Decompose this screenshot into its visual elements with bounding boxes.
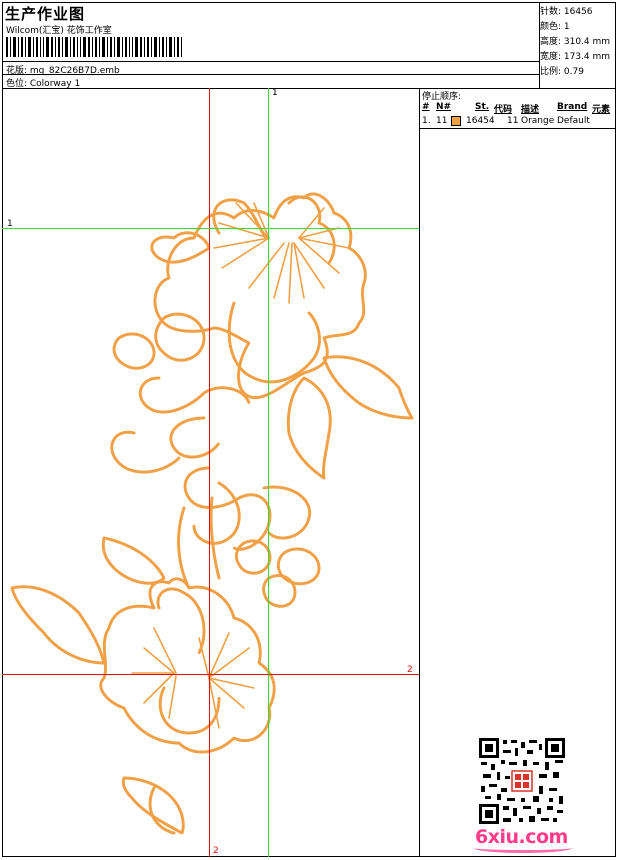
col-header-num: # — [422, 102, 430, 112]
red-horizontal-guide — [2, 674, 419, 675]
row-num: 1. — [422, 116, 431, 126]
row-description: Orange — [521, 116, 555, 126]
red-vertical-guide — [209, 88, 210, 857]
upper-flower-petals — [153, 192, 367, 400]
curl-1 — [138, 376, 251, 414]
lower-leaf-3 — [121, 776, 185, 835]
upper-right-leaf — [322, 355, 414, 420]
row-code: 11 — [507, 116, 519, 126]
col-header-desc: 描述 — [521, 105, 540, 115]
col-header-brand: Brand — [557, 102, 588, 112]
red-guide-label-right: 2 — [407, 665, 413, 675]
table-bottom-divider — [419, 128, 616, 129]
red-guide-label-bottom: 2 — [213, 846, 219, 856]
middle-curl — [192, 481, 241, 545]
page-title: 生产作业图 — [5, 5, 86, 23]
color-swatch — [451, 116, 461, 126]
lower-left-leaf — [10, 585, 106, 665]
right-panel-divider — [419, 88, 420, 857]
upper-flower-lower-petal — [227, 301, 321, 384]
col-header-st: St. — [475, 102, 490, 112]
green-guide-label-top: 1 — [272, 88, 278, 98]
upper-right-leaf-2 — [286, 376, 332, 480]
color-count: 颜色: 1 — [540, 22, 570, 32]
lower-leaf-2 — [101, 536, 166, 585]
design-width: 宽度: 173.4 mm — [540, 52, 611, 62]
design-height: 高度: 310.4 mm — [540, 37, 611, 47]
design-file-name: 花版: mg_82C26B7D.emb — [6, 66, 120, 76]
curl-3 — [110, 430, 181, 474]
design-stats: 针数: 16456 颜色: 1 高度: 310.4 mm 宽度: 173.4 m… — [540, 5, 610, 80]
row-stitches: 16454 — [466, 116, 495, 126]
col-header-code: 代码 — [494, 105, 513, 115]
barcode — [6, 37, 182, 57]
upper-flower-left-lobe — [150, 231, 211, 264]
col-header-n: N# — [436, 102, 452, 112]
stop-sequence-title: 停止顺序: — [422, 92, 462, 102]
embroidery-design-canvas — [10, 192, 414, 835]
row-needle: 11 — [436, 116, 448, 126]
lower-flower-lower-petal — [158, 686, 221, 735]
small-circle-2 — [112, 332, 156, 370]
small-circle-3 — [276, 547, 321, 586]
col-header-elements: 元素 — [592, 105, 611, 115]
small-circle-1 — [154, 312, 206, 362]
upper-flower-inner — [212, 198, 268, 240]
green-guide-label-left: 1 — [7, 219, 13, 229]
software-subtitle: Wilcom(汇宝) 花饰工作室 — [6, 26, 112, 36]
green-horizontal-guide — [2, 228, 419, 229]
curl-2 — [169, 416, 221, 459]
lower-flower-petals — [99, 577, 276, 754]
row-brand: Default — [557, 116, 590, 126]
vertical-stem-2 — [209, 496, 221, 580]
design-scale: 比例: 0.79 — [540, 67, 584, 77]
header-divider-1 — [2, 61, 539, 62]
qr-code — [479, 738, 565, 824]
green-vertical-guide — [268, 88, 269, 857]
stitch-count: 针数: 16456 — [540, 7, 593, 17]
lower-flower-inner — [156, 587, 206, 655]
vertical-stem — [177, 506, 191, 590]
watermark-logo: 6xiu.com — [475, 826, 568, 848]
